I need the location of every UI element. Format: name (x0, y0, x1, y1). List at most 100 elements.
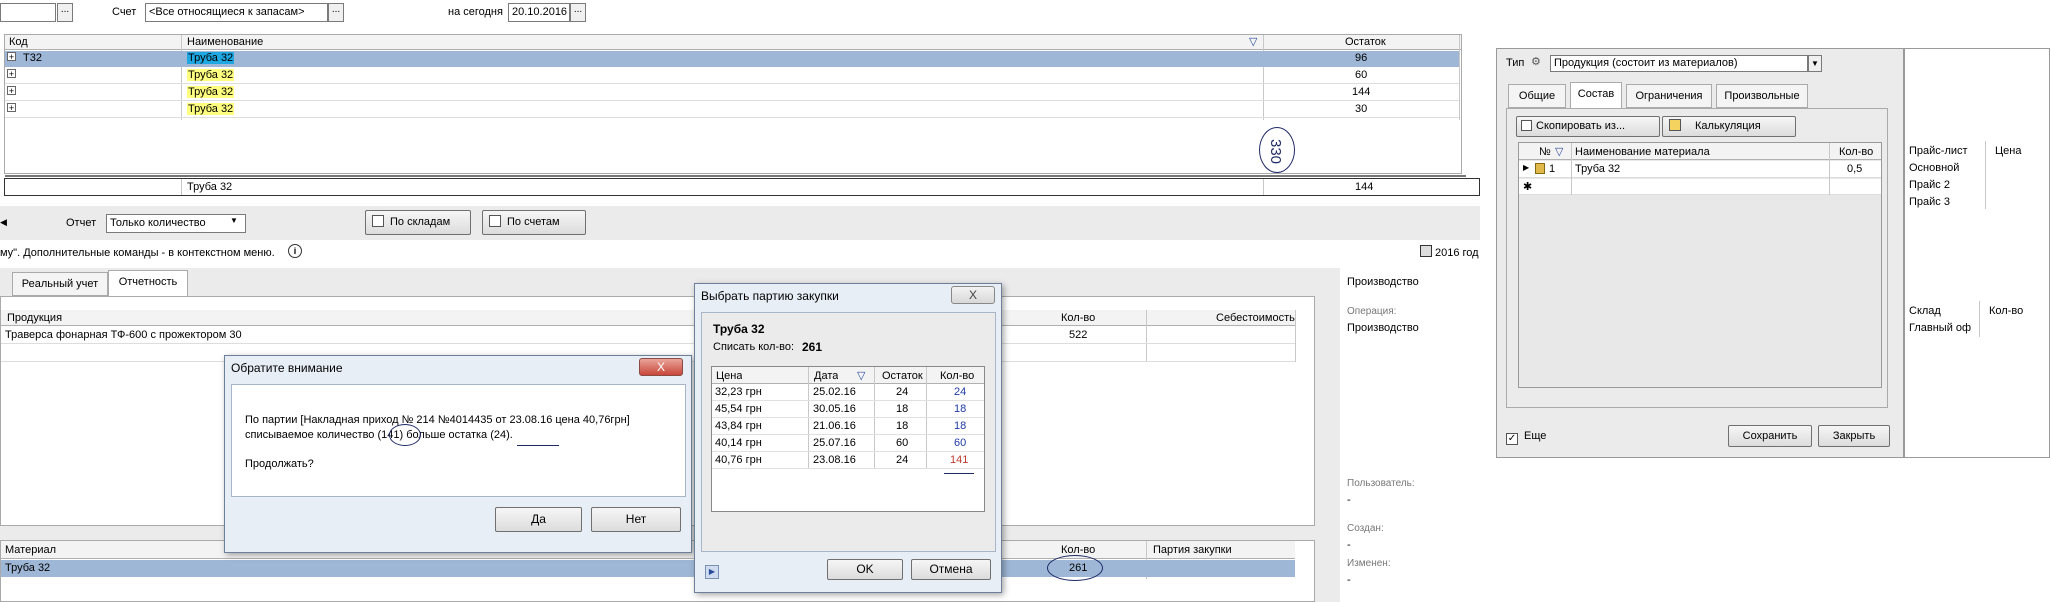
date-label: на сегодня (448, 6, 503, 18)
stock-row[interactable]: + T32 Труба 32 96 (5, 51, 1459, 67)
batch-row[interactable]: 45,54 грн 30.05.16 18 18 (712, 402, 984, 418)
account-dots-button[interactable]: ... (328, 3, 344, 22)
pricelist-item[interactable]: Прайс 3 (1909, 196, 1950, 208)
year-label[interactable]: 2016 год (1435, 247, 1479, 259)
calculation-button[interactable]: Калькуляция (1662, 116, 1796, 137)
product-row-qty: 522 (1069, 329, 1088, 341)
stock-grid-footer: Труба 32 144 (4, 175, 1480, 196)
dialog-title: Выбрать партию закупки (701, 289, 839, 303)
pricelist-item[interactable]: Прайс 2 (1909, 179, 1950, 191)
col-material-name[interactable]: Наименование материала (1575, 145, 1710, 159)
report-select[interactable]: Только количество (106, 214, 246, 233)
expander-icon[interactable]: + (7, 103, 16, 112)
expander-icon[interactable]: + (7, 52, 16, 61)
tab-composition[interactable]: Состав (1570, 82, 1622, 109)
operation-value: Производство (1347, 322, 1419, 334)
user-label: Пользователь: (1347, 478, 1415, 489)
batch-row[interactable]: 32,23 грн 25.02.16 24 24 (712, 385, 984, 401)
col-warehouse[interactable]: Склад (1909, 305, 1941, 317)
col-qty[interactable]: Кол-во (940, 369, 974, 383)
date-field[interactable]: 20.10.2016 (508, 3, 570, 22)
scroll-left-icon[interactable]: ◀ (0, 217, 7, 228)
more-toggle[interactable]: ✓ Еще (1506, 430, 1546, 445)
col-qty[interactable]: Кол-во (1061, 311, 1095, 325)
left-field[interactable] (0, 3, 56, 22)
tab-general[interactable]: Общие (1508, 84, 1566, 108)
stock-grid: Код Наименование ▽ Остаток + T32 Труба 3… (4, 34, 1462, 174)
new-row-icon: ✱ (1523, 181, 1533, 193)
checkbox-icon[interactable] (489, 215, 501, 227)
col-qty[interactable]: Кол-во (1839, 145, 1873, 159)
calendar-icon[interactable] (1420, 245, 1432, 257)
batch-row[interactable]: 43,84 грн 21.06.16 18 18 (712, 419, 984, 435)
more-label: Еще (1524, 430, 1547, 442)
col-date[interactable]: Дата (814, 369, 838, 383)
col-number[interactable]: № (1539, 145, 1551, 159)
expander-icon[interactable]: + (7, 86, 16, 95)
tab-reporting[interactable]: Отчетность (108, 270, 188, 297)
batch-qty: 60 (954, 437, 967, 449)
product-row[interactable]: Траверса фонарная ТФ-600 с прожектором 3… (1, 327, 1295, 344)
close-button[interactable]: Закрыть (1818, 425, 1890, 447)
pricelist-item[interactable]: Основной (1909, 162, 1959, 174)
account-field[interactable]: <Все относящиеся к запасам> (145, 3, 328, 22)
rest-value: (24). (490, 429, 513, 441)
col-stock-qty[interactable]: Кол-во (1989, 305, 2023, 317)
handwritten-underline (517, 445, 559, 447)
col-price[interactable]: Цена (1995, 145, 2021, 157)
by-warehouses-toggle[interactable]: По складам (365, 210, 471, 235)
copy-from-button[interactable]: Скопировать из... (1516, 116, 1660, 137)
info-icon[interactable]: i (288, 244, 302, 258)
batch-row[interactable]: 40,14 грн 25.07.16 60 60 (712, 436, 984, 452)
cancel-button[interactable]: Отмена (911, 559, 991, 580)
batch-date: 30.05.16 (813, 403, 856, 415)
chevron-down-icon[interactable]: ▼ (1808, 55, 1822, 72)
no-button[interactable]: Нет (591, 507, 681, 532)
checkbox-icon[interactable] (372, 215, 384, 227)
expander-icon[interactable]: + (7, 69, 16, 78)
material-row-name: Труба 32 (5, 562, 51, 574)
date-dots-button[interactable]: ... (570, 3, 586, 22)
close-icon[interactable]: X (951, 286, 995, 304)
by-accounts-toggle[interactable]: По счетам (482, 210, 586, 235)
col-product[interactable]: Продукция (7, 311, 62, 325)
close-icon[interactable]: X (639, 358, 683, 376)
col-rest[interactable]: Остаток (1345, 35, 1386, 49)
col-material[interactable]: Материал (5, 543, 56, 557)
batch-rest: 60 (896, 437, 909, 449)
stock-row[interactable]: + Труба 32 30 (5, 102, 1459, 118)
ok-button[interactable]: OK (827, 559, 903, 580)
product-type-select[interactable]: Продукция (состоит из материалов) (1550, 55, 1808, 72)
col-batch[interactable]: Партия закупки (1153, 543, 1232, 557)
tab-restrictions[interactable]: Ограничения (1626, 84, 1712, 108)
stock-row[interactable]: + Труба 32 144 (5, 85, 1459, 101)
report-label: Отчет (66, 217, 97, 229)
composition-row-num: 1 (1549, 163, 1556, 175)
left-field-dots-button[interactable]: ... (57, 3, 73, 22)
checkbox-icon[interactable]: ✓ (1506, 433, 1518, 445)
warehouse-item[interactable]: Главный оф (1909, 322, 1971, 334)
stock-row[interactable]: + Труба 32 60 (5, 68, 1459, 84)
batch-qty: 18 (954, 420, 967, 432)
expand-arrow-icon[interactable]: ▶ (705, 565, 719, 579)
col-name[interactable]: Наименование (187, 35, 263, 49)
batch-row[interactable]: 40,76 грн 23.08.16 24 141 (712, 453, 984, 469)
yes-button[interactable]: Да (495, 507, 582, 532)
composition-row[interactable]: ▶ 1 Труба 32 0,5 (1519, 161, 1881, 178)
filter-icon[interactable]: ▽ (1555, 145, 1563, 159)
col-cost[interactable]: Себестоимость (1216, 311, 1295, 325)
tab-real-accounting[interactable]: Реальный учет (12, 272, 108, 296)
tab-custom[interactable]: Произвольные (1716, 84, 1808, 108)
col-price[interactable]: Цена (716, 369, 742, 383)
col-code[interactable]: Код (9, 35, 28, 49)
col-pricelist[interactable]: Прайс-лист (1909, 145, 1968, 157)
products-grid-header: Продукция Кол-во Себестоимость (1, 310, 1295, 326)
col-rest[interactable]: Остаток (882, 369, 923, 383)
changed-value: - (1347, 574, 1351, 586)
filter-icon[interactable]: ▽ (857, 369, 865, 383)
filter-icon[interactable]: ▽ (1249, 35, 1257, 49)
composition-row-qty: 0,5 (1847, 163, 1863, 175)
save-button[interactable]: Сохранить (1728, 425, 1812, 447)
new-row[interactable]: ✱ (1519, 179, 1881, 195)
chevron-down-icon[interactable]: ▼ (230, 216, 238, 225)
